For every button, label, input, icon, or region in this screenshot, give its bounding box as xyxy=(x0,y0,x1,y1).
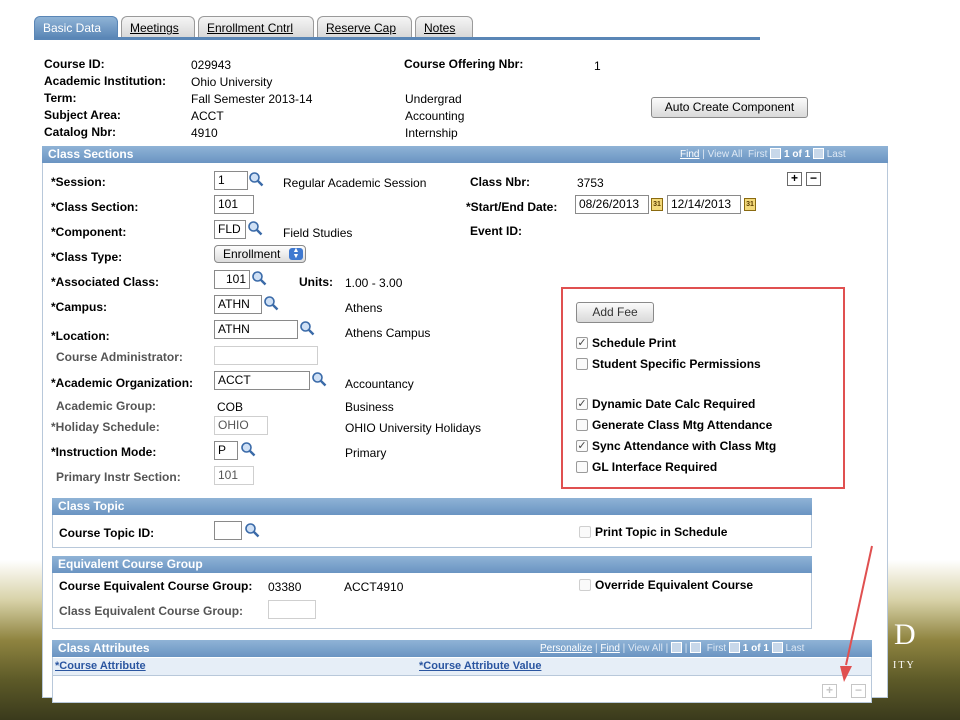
annotation-arrow-icon xyxy=(840,545,873,682)
class-schedule-page: Basic Data Meetings Enrollment Cntrl Res… xyxy=(0,0,960,720)
